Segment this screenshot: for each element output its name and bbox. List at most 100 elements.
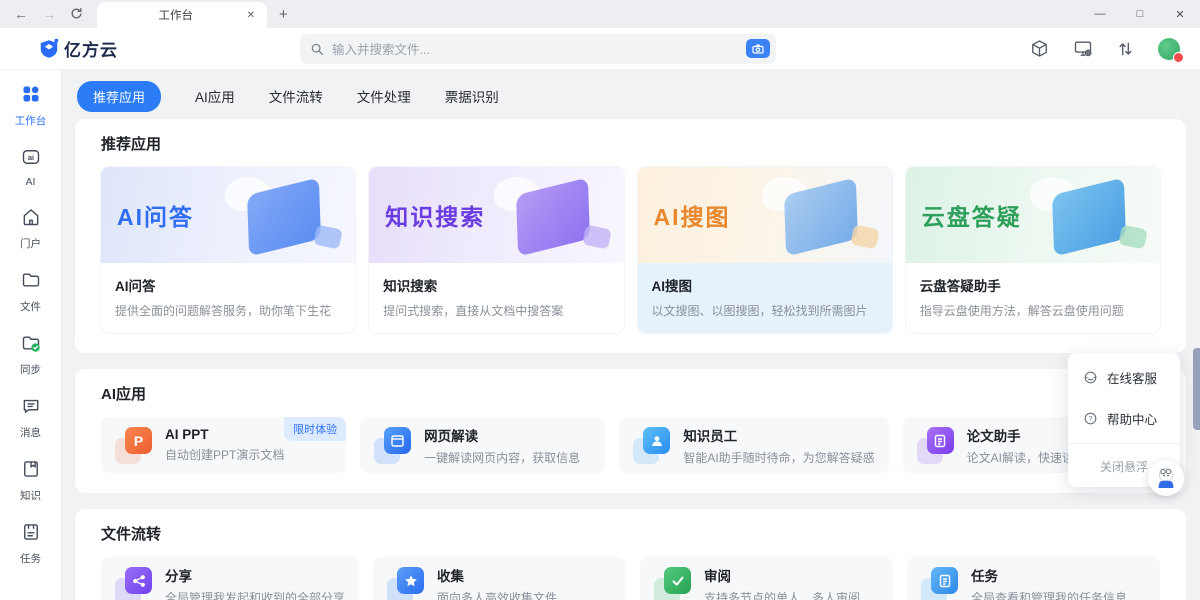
card-knowledge-search[interactable]: 知识搜索 知识搜索 提问式搜索，直接从文档中搜答案: [369, 167, 623, 333]
paper-icon: [917, 426, 955, 464]
logo-shield-icon: [38, 38, 60, 60]
portal-home-icon: [21, 207, 41, 232]
app-header: 亿方云 输入并搜索文件...: [0, 28, 1200, 70]
sidebar-item-sync[interactable]: 同步: [0, 333, 61, 377]
card-illustration: 知识搜索: [369, 167, 623, 263]
tab-close-icon[interactable]: ✕: [245, 8, 257, 23]
item-ai-ppt[interactable]: P AI PPT 自动创建PPT演示文档 限时体验: [101, 417, 346, 473]
section-title: 文件流转: [101, 523, 1160, 544]
new-tab-icon[interactable]: +: [279, 6, 288, 23]
webpage-icon: [374, 426, 412, 464]
help-circle-icon: ?: [1083, 411, 1098, 426]
item-review[interactable]: 审阅 支持多节点的单人、多人审阅: [640, 557, 893, 600]
search-icon: [310, 42, 324, 56]
sidebar-label: 同步: [20, 362, 41, 377]
sidebar-label: 文件: [20, 299, 41, 314]
task-doc-icon: [921, 566, 959, 600]
sidebar-item-tasks[interactable]: 任务: [0, 522, 61, 566]
knowledge-book-icon: [21, 459, 41, 484]
tab-ai-apps[interactable]: AI应用: [195, 86, 235, 106]
user-avatar[interactable]: [1158, 38, 1180, 60]
camera-search-icon[interactable]: [746, 39, 770, 58]
card-illustration: 云盘答疑: [906, 167, 1160, 263]
card-cloud-helper[interactable]: 云盘答疑 云盘答疑助手 指导云盘使用方法，解答云盘使用问题: [906, 167, 1160, 333]
card-ai-qa[interactable]: AI问答 AI问答 提供全面的问题解答服务，助你笔下生花: [101, 167, 355, 333]
search-placeholder: 输入并搜索文件...: [332, 39, 746, 58]
sidebar-label: 工作台: [15, 113, 47, 128]
ai-apps-section: AI应用 P AI PPT 自动创建PPT演示文档 限时体验: [75, 369, 1186, 493]
sync-folder-icon: [21, 333, 41, 358]
card-illustration: AI搜图: [638, 167, 892, 263]
logo-text: 亿方云: [64, 36, 118, 61]
item-knowledge-worker[interactable]: 知识员工 智能AI助手随时待命，为您解答疑惑: [619, 417, 888, 473]
package-cube-icon[interactable]: [1030, 39, 1049, 58]
card-desc: 提问式搜索，直接从文档中搜答案: [383, 302, 609, 319]
sidebar-label: 门户: [20, 236, 41, 251]
search-input[interactable]: 输入并搜索文件...: [300, 34, 776, 64]
assistant-mascot-icon[interactable]: [1148, 460, 1184, 496]
maximize-icon[interactable]: □: [1120, 0, 1160, 28]
ai-icon: ai: [21, 147, 41, 172]
minimize-icon[interactable]: —: [1080, 0, 1120, 28]
forward-icon[interactable]: →: [42, 7, 56, 21]
ppt-icon: P: [115, 426, 153, 464]
back-icon[interactable]: ←: [14, 7, 28, 21]
tab-file-flow[interactable]: 文件流转: [269, 86, 323, 106]
file-flow-section: 文件流转 分享: [75, 509, 1186, 600]
review-check-icon: [654, 566, 692, 600]
item-collect[interactable]: 收集 面向多人高效收集文件: [373, 557, 626, 600]
scrollbar-thumb[interactable]: [1193, 348, 1200, 430]
sidebar-item-portal[interactable]: 门户: [0, 207, 61, 251]
tasks-notebook-icon: [21, 522, 41, 547]
reload-icon[interactable]: [70, 7, 83, 22]
messages-bubble-icon: [21, 396, 41, 421]
sidebar-item-ai[interactable]: ai AI: [0, 147, 61, 188]
card-title: 知识搜索: [383, 275, 609, 295]
item-share[interactable]: 分享 全局管理我发起和收到的全部分享: [101, 557, 359, 600]
card-title: 云盘答疑助手: [920, 275, 1146, 295]
transfer-list-icon[interactable]: [1117, 40, 1134, 58]
help-center-item[interactable]: ? 帮助中心: [1068, 398, 1180, 439]
category-tabs: 推荐应用 AI应用 文件流转 文件处理 票据识别: [75, 82, 1186, 110]
tab-title: 工作台: [107, 7, 245, 23]
tab-recommended[interactable]: 推荐应用: [77, 81, 161, 112]
sidebar-label: 知识: [20, 488, 41, 503]
divider: [1068, 443, 1180, 444]
browser-tab-strip: ← → 工作台 ✕ + — □ ✕: [0, 0, 1200, 28]
device-settings-icon[interactable]: [1073, 39, 1093, 58]
sidebar-item-knowledge[interactable]: 知识: [0, 459, 61, 503]
card-desc: 以文搜图、以图搜图，轻松找到所需图片: [652, 302, 878, 319]
app-window: ← → 工作台 ✕ + — □ ✕: [0, 0, 1200, 600]
person-icon: [633, 426, 671, 464]
svg-text:ai: ai: [27, 153, 33, 162]
share-icon: [115, 566, 153, 600]
collect-star-icon: [387, 566, 425, 600]
close-window-icon[interactable]: ✕: [1160, 0, 1200, 28]
online-support-item[interactable]: 在线客服: [1068, 357, 1180, 398]
sidebar-item-files[interactable]: 文件: [0, 270, 61, 314]
item-task[interactable]: 任务 全局查看和管理我的任务信息: [907, 557, 1160, 600]
recommended-section: 推荐应用 AI问答 AI问答 提供全面的问题解答服务，助你笔下生花: [75, 119, 1186, 353]
svg-text:?: ?: [1089, 416, 1093, 423]
workbench-grid-icon: [21, 84, 41, 109]
customer-service-icon: [1083, 370, 1098, 385]
card-ai-image-search[interactable]: AI搜图 AI搜图 以文搜图、以图搜图，轻松找到所需图片: [638, 167, 892, 333]
card-desc: 指导云盘使用方法，解答云盘使用问题: [920, 302, 1146, 319]
sidebar-label: 任务: [20, 551, 41, 566]
sidebar-item-workbench[interactable]: 工作台: [0, 84, 61, 128]
logo: 亿方云: [0, 36, 300, 61]
side-nav: 工作台 ai AI 门户: [0, 70, 62, 600]
notification-badge: [1173, 52, 1184, 63]
tab-file-process[interactable]: 文件处理: [357, 86, 411, 106]
card-illustration: AI问答: [101, 167, 355, 263]
files-folder-icon: [21, 270, 41, 295]
sidebar-item-messages[interactable]: 消息: [0, 396, 61, 440]
card-title: AI问答: [115, 275, 341, 295]
item-webpage-reader[interactable]: 网页解读 一键解读网页内容，获取信息: [360, 417, 605, 473]
tab-receipt-ocr[interactable]: 票据识别: [445, 86, 499, 106]
section-title: 推荐应用: [101, 133, 1160, 154]
sidebar-label: AI: [26, 176, 36, 188]
card-title: AI搜图: [652, 275, 878, 295]
card-desc: 提供全面的问题解答服务，助你笔下生花: [115, 302, 341, 319]
browser-tab[interactable]: 工作台 ✕: [97, 2, 267, 28]
